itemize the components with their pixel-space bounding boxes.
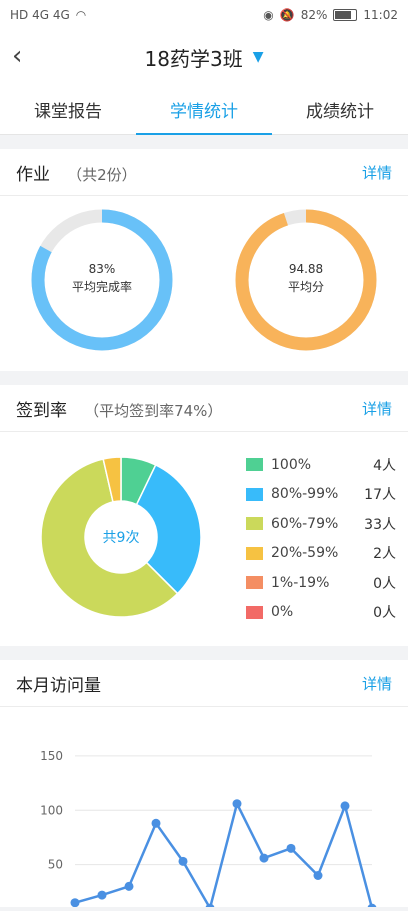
visits-chart-area: 150 100 50 (0, 707, 408, 911)
visits-point (286, 843, 296, 853)
checkin-body: 共9次 100% 4人 80%-99% 17人 60%-79% 33人 20%-59%… (0, 432, 408, 646)
checkin-card: 签到率 （平均签到率74%） 详情 共9次 100% 4人 80%-99% 17人 … (0, 385, 408, 646)
y-tick-label: 150 (40, 749, 63, 763)
battery-percent: 82% (300, 8, 328, 22)
visits-point (313, 871, 323, 880)
homework-count: （共2份） (67, 165, 137, 184)
tab-learning-stats[interactable]: 学情统计 (136, 84, 272, 135)
visits-point (70, 898, 80, 908)
legend-count: 0人 (373, 605, 396, 622)
legend-row: 0% 0人 (246, 598, 396, 628)
legend-label: 20%-59% (271, 545, 339, 562)
visits-card: 本月访问量 详情 150 100 50 (0, 660, 408, 911)
signal-icons: HD 4G 4G (10, 8, 70, 22)
y-tick-label: 50 (48, 858, 63, 872)
tab-class-report[interactable]: 课堂报告 (0, 84, 136, 134)
legend-swatch (246, 605, 263, 619)
class-name: 18药学3班 (144, 46, 243, 71)
legend-swatch (246, 487, 263, 501)
legend-swatch (246, 458, 263, 472)
class-selector[interactable]: 18药学3班 ▼ (145, 43, 264, 72)
average-text: 94.88 平均分 (256, 260, 356, 296)
battery-icon (333, 9, 358, 21)
visits-point (124, 881, 134, 891)
visits-point (97, 890, 107, 900)
legend-count: 0人 (373, 575, 396, 592)
legend-label: 80%-99% (271, 486, 339, 503)
average-label: 平均分 (287, 280, 324, 294)
status-bar: HD 4G 4G ◠ ◉ 🔕 82% 11:02 (0, 0, 408, 30)
clock: 11:02 (363, 8, 398, 22)
visits-point (232, 799, 242, 809)
legend-label: 100% (271, 456, 312, 473)
homework-card: 作业 （共2份） 详情 83% 平均完成率 94.88 平均分 (0, 149, 408, 371)
legend-row: 100% 4人 (246, 450, 396, 480)
chevron-down-icon: ▼ (252, 49, 264, 65)
eye-icon: ◉ (263, 8, 274, 22)
completion-value: 83% (88, 262, 116, 276)
status-right: ◉ 🔕 82% 11:02 (263, 8, 398, 22)
legend-row: 1%-19% 0人 (246, 568, 396, 598)
back-button[interactable]: ‹ (12, 42, 22, 70)
visits-point (151, 818, 161, 828)
completion-label: 平均完成率 (71, 280, 132, 294)
visits-point (367, 903, 377, 911)
legend-count: 2人 (373, 546, 396, 563)
y-tick-label: 100 (40, 803, 63, 817)
visits-point (259, 853, 269, 863)
checkin-legend: 100% 4人 80%-99% 17人 60%-79% 33人 20%-59% 2人 1… (246, 450, 396, 627)
visits-point (178, 856, 188, 866)
visits-line-chart: 150 100 50 (40, 749, 377, 911)
visits-point (340, 801, 350, 811)
legend-label: 0% (271, 604, 294, 621)
legend-count: 4人 (373, 457, 396, 474)
legend-count: 17人 (364, 487, 396, 504)
checkin-header: 签到率 （平均签到率74%） 详情 (0, 385, 408, 432)
legend-label: 1%-19% (271, 574, 330, 591)
completion-text: 83% 平均完成率 (52, 260, 152, 296)
homework-donuts: 83% 平均完成率 94.88 平均分 (0, 196, 408, 371)
visits-header: 本月访问量 详情 (0, 660, 408, 707)
legend-row: 80%-99% 17人 (246, 480, 396, 510)
legend-row: 60%-79% 33人 (246, 509, 396, 539)
legend-swatch (246, 517, 263, 531)
visits-line (74, 800, 374, 911)
homework-title: 作业 (16, 164, 50, 185)
bell-off-icon: 🔕 (279, 8, 295, 22)
legend-swatch (246, 546, 263, 560)
visits-title: 本月访问量 (16, 675, 101, 696)
status-left: HD 4G 4G ◠ (10, 8, 86, 22)
homework-header: 作业 （共2份） 详情 (0, 149, 408, 196)
average-value: 94.88 (288, 262, 324, 276)
legend-count: 33人 (364, 516, 396, 533)
homework-detail-link[interactable]: 详情 (362, 162, 392, 183)
tab-score-stats[interactable]: 成绩统计 (272, 84, 408, 134)
checkin-title: 签到率 (16, 400, 67, 421)
visits-detail-link[interactable]: 详情 (362, 673, 392, 694)
legend-swatch (246, 576, 263, 590)
tab-bar: 课堂报告 学情统计 成绩统计 (0, 84, 408, 135)
checkin-center-label: 共9次 (102, 530, 140, 546)
chevron-left-icon: ‹ (12, 41, 23, 71)
app-header: ‹ 18药学3班 ▼ (0, 30, 408, 84)
checkin-detail-link[interactable]: 详情 (362, 398, 392, 419)
wifi-icon: ◠ (75, 8, 87, 22)
checkin-average: （平均签到率74%） (84, 401, 223, 420)
legend-row: 20%-59% 2人 (246, 539, 396, 569)
legend-label: 60%-79% (271, 515, 339, 532)
